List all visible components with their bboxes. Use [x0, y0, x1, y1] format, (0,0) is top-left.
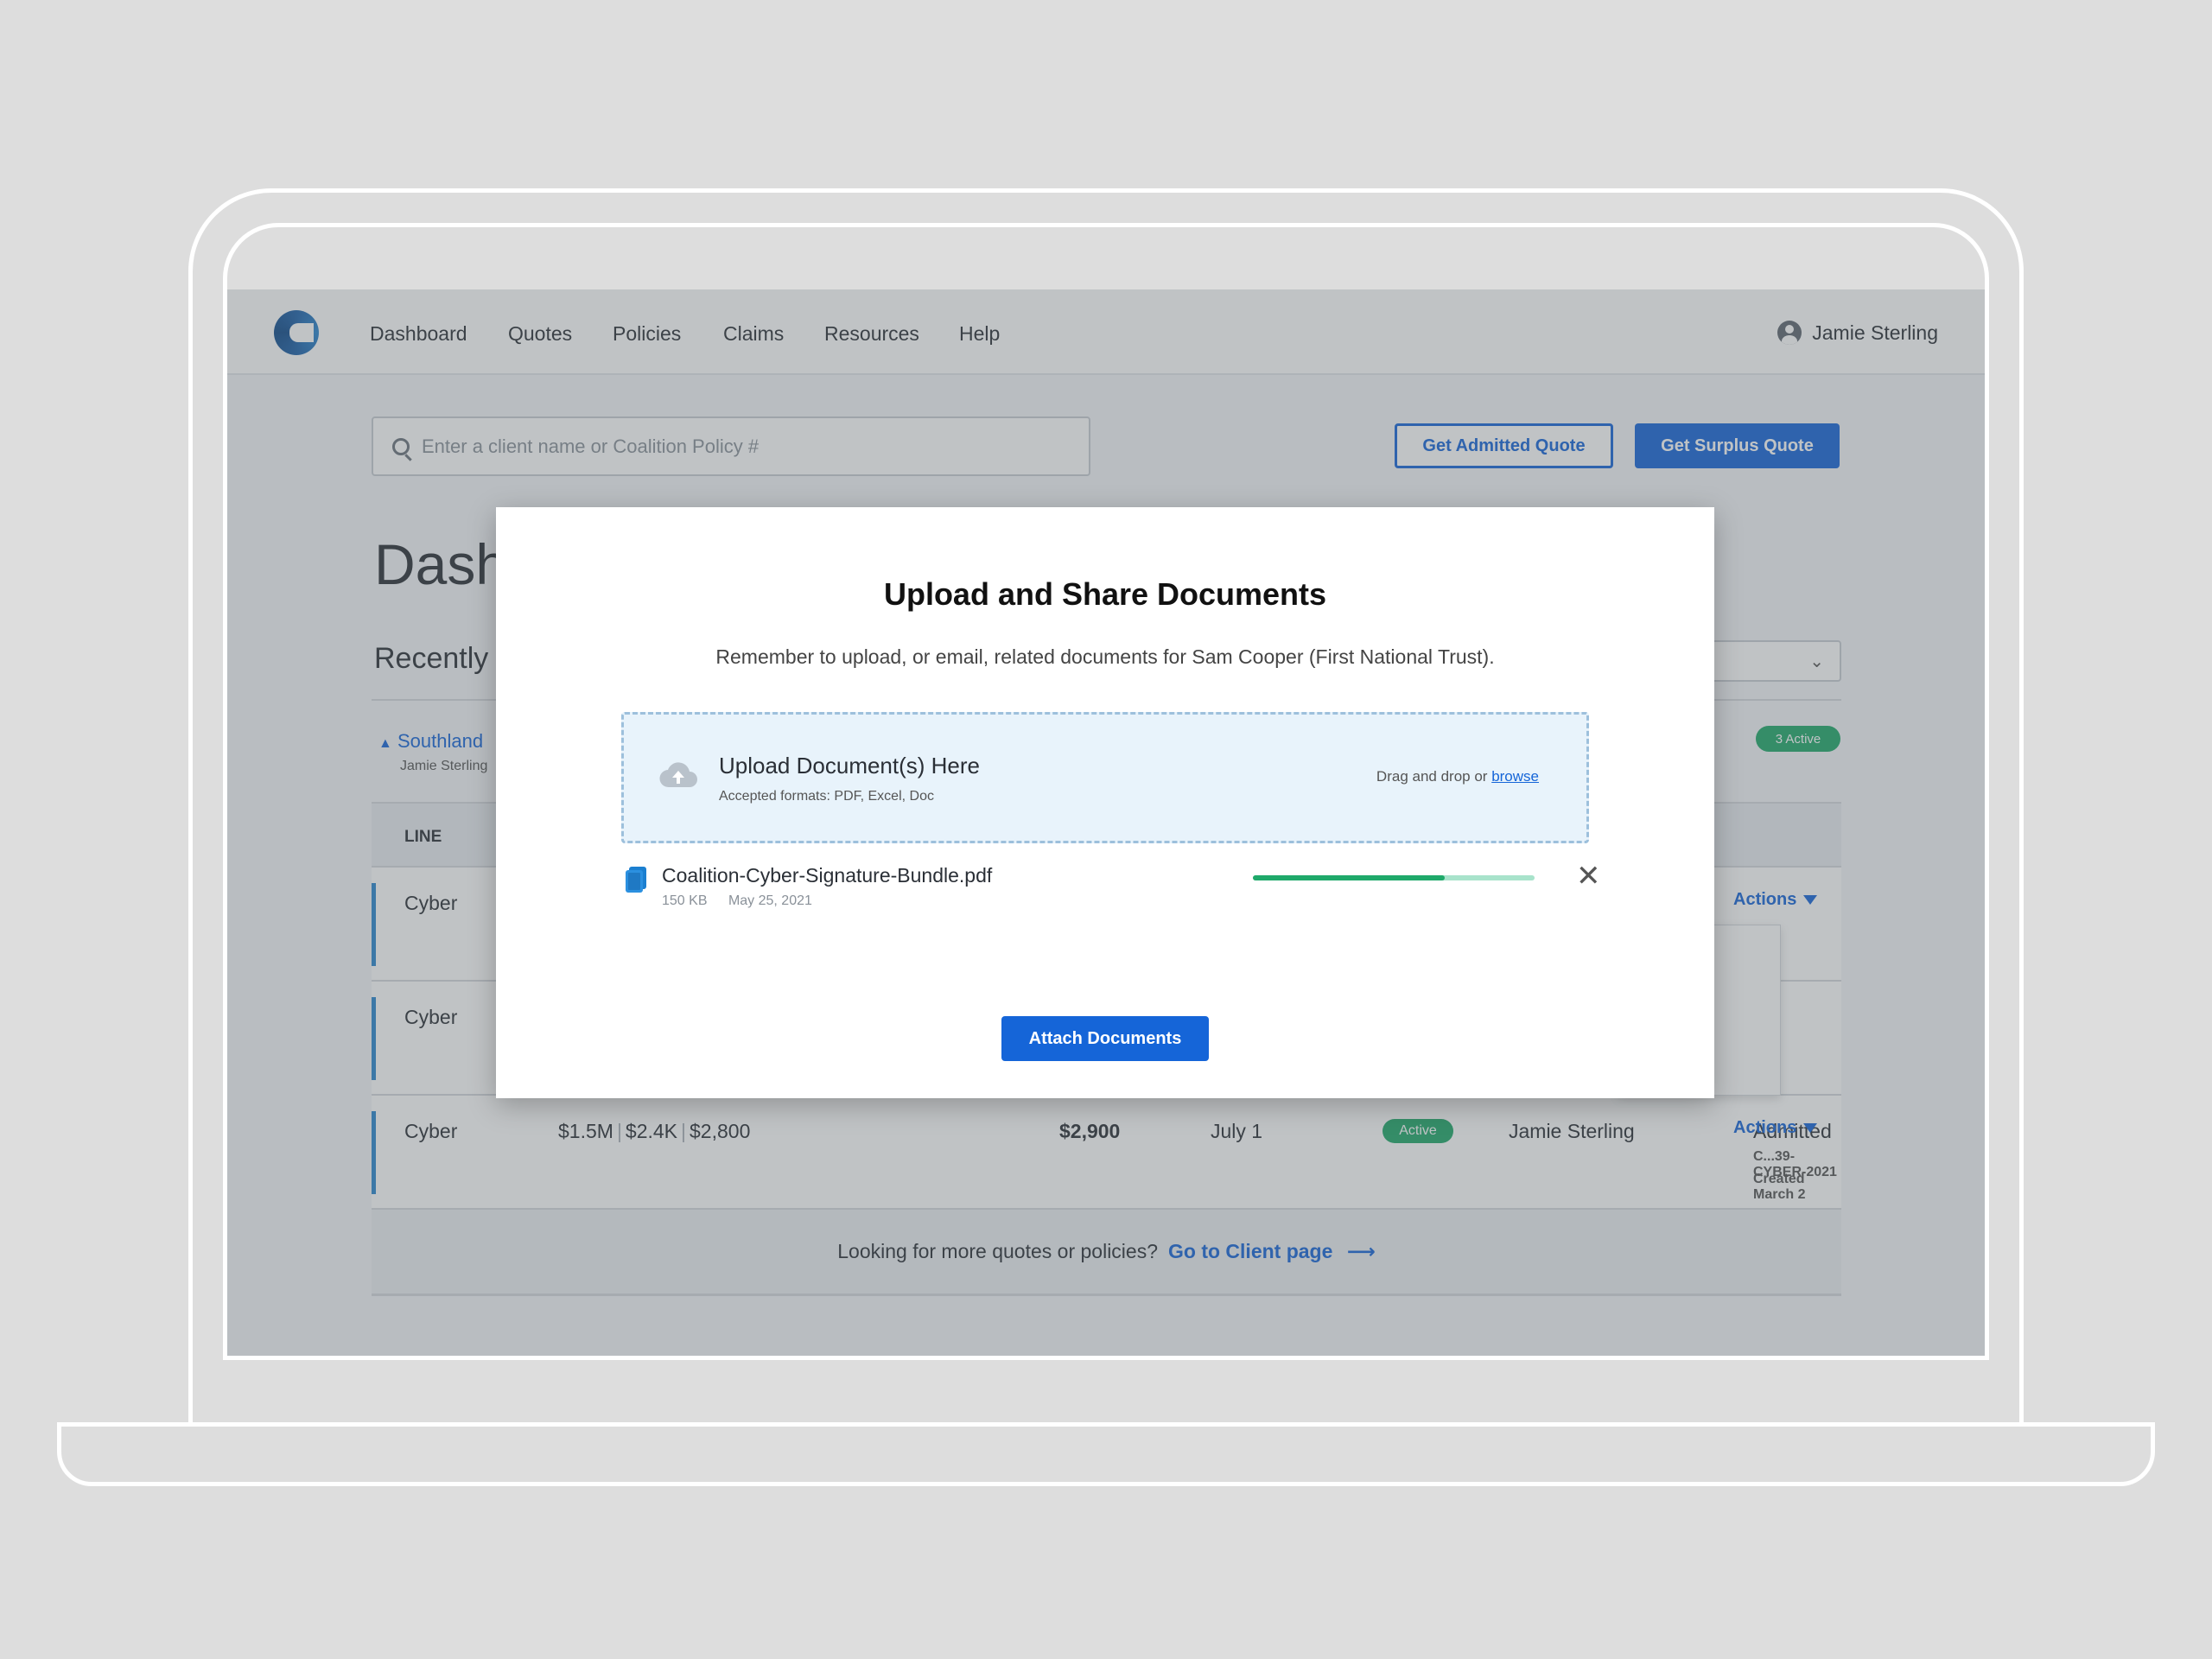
browse-link[interactable]: browse — [1491, 768, 1539, 785]
upload-progress-bar — [1253, 875, 1535, 880]
dropzone-title: Upload Document(s) Here — [719, 753, 981, 779]
remove-file-close-icon[interactable]: ✕ — [1576, 861, 1601, 891]
dropzone-formats: Accepted formats: PDF, Excel, Doc — [719, 789, 934, 804]
modal-description: Remember to upload, or email, related do… — [715, 645, 1495, 668]
modal-title: Upload and Share Documents — [883, 576, 1327, 612]
file-name: Coalition-Cyber-Signature-Bundle.pdf — [662, 864, 993, 887]
upload-documents-modal: Upload and Share Documents Remember to u… — [496, 507, 1714, 1098]
upload-progress-fill — [1253, 875, 1445, 880]
laptop-base — [57, 1422, 2155, 1486]
dropzone-hint: Drag and drop or browse — [1376, 768, 1539, 785]
drag-drop-text: Drag and drop or — [1376, 768, 1488, 785]
file-date: May 25, 2021 — [728, 893, 812, 908]
cloud-upload-icon — [659, 762, 697, 788]
file-meta: 150 KB May 25, 2021 — [662, 893, 812, 909]
file-size: 150 KB — [662, 893, 708, 908]
app-screen: Dashboard Quotes Policies Claims Resourc… — [227, 289, 1985, 1356]
document-icon — [626, 867, 646, 893]
upload-dropzone[interactable]: Upload Document(s) Here Accepted formats… — [621, 712, 1589, 843]
attach-documents-button[interactable]: Attach Documents — [1001, 1016, 1209, 1061]
